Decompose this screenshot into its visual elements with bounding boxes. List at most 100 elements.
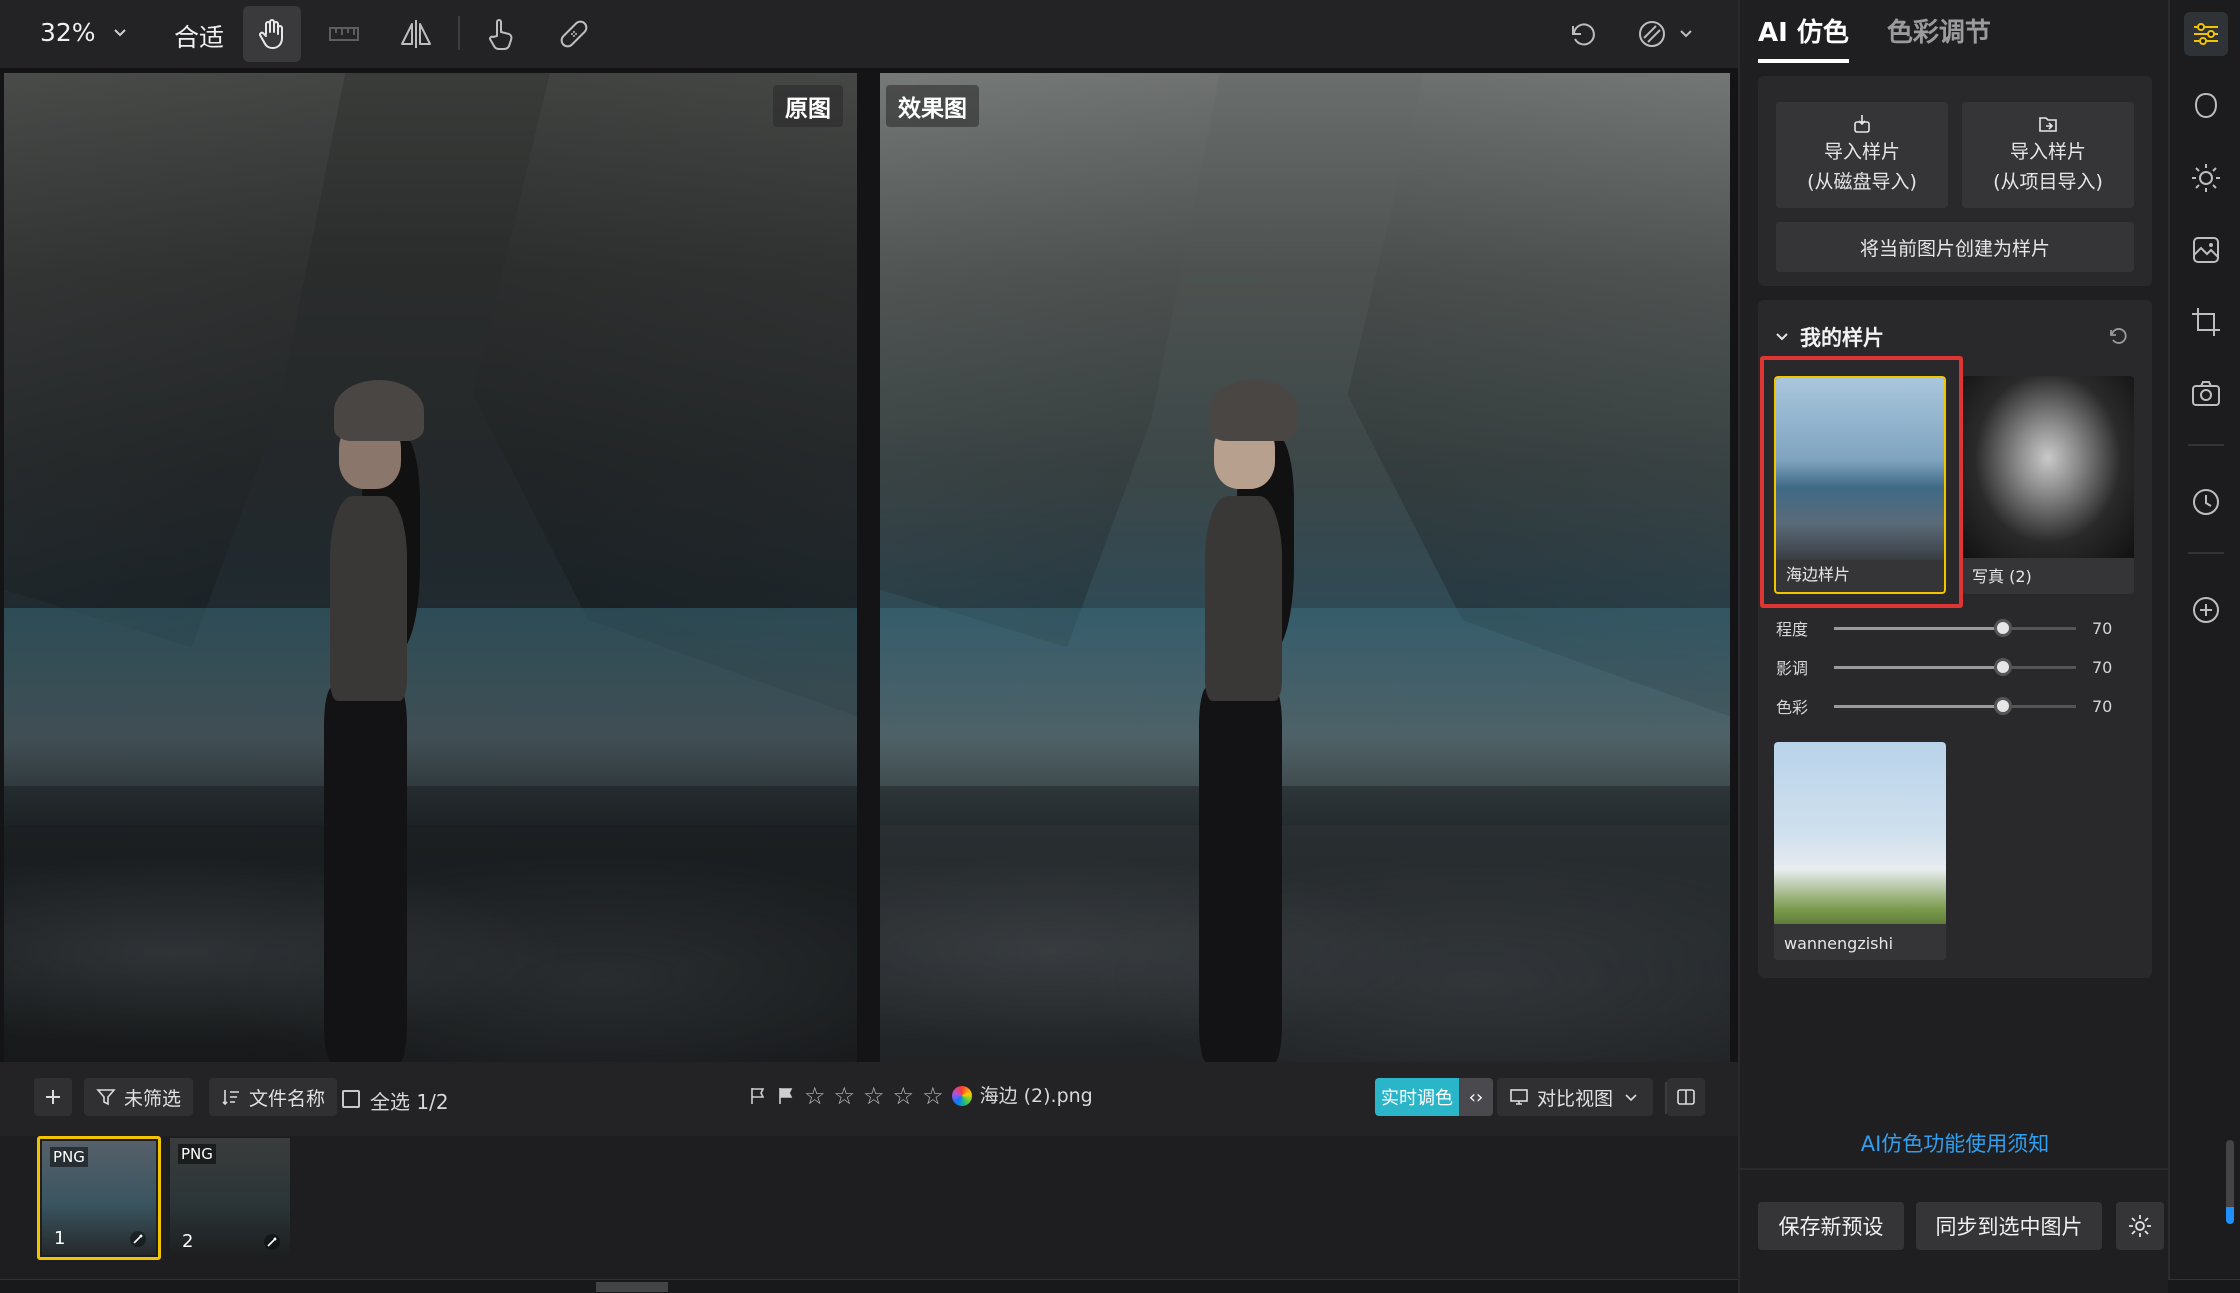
import-disk-icon [1854,115,1870,133]
slider-value: 70 [2092,696,2113,716]
realtime-toggle[interactable]: 实时调色 ‹› [1375,1078,1493,1116]
import-card: 导入样片 (从磁盘导入) 导入样片 (从项目导入) 将当前图片创建为样片 [1758,76,2152,286]
bandage-icon [560,20,588,48]
add-panel-button[interactable] [2184,588,2228,632]
ai-notice-link[interactable]: AI仿色功能使用须知 [1740,1128,2170,1158]
chevron-down-icon [1776,333,1788,341]
flag-icon[interactable] [748,1086,768,1106]
sort-label: 文件名称 [249,1087,326,1110]
file-name: 海边 (2).png [979,1085,1093,1107]
background-panel-button[interactable] [2184,228,2228,272]
clock-icon [2193,489,2219,515]
adjust-panel-button[interactable] [2184,12,2228,56]
filter-icon [96,1089,116,1106]
slider-track[interactable] [1834,618,2076,637]
color-slider[interactable]: 色彩 70 [1776,691,2134,721]
sample-card[interactable]: wannengzishi [1774,742,1946,960]
star-icon[interactable]: ☆ [922,1084,944,1108]
panel-tabs: AI 仿色 色彩调节 [1758,12,1991,63]
thumbnail-item[interactable]: PNG 2 [168,1136,292,1260]
monitor-icon [1510,1089,1528,1105]
slider-track[interactable] [1834,657,2076,676]
import-project-icon [2039,117,2057,132]
split-view-button[interactable] [1667,1078,1705,1116]
effect-label: 效果图 [886,85,979,127]
import-disk-line1: 导入样片 [1823,141,1900,163]
zoom-level: 32% [40,18,96,47]
mask-dropdown[interactable] [1624,6,1704,62]
format-tag: PNG [178,1144,216,1164]
slider-label: 程度 [1776,620,1809,639]
chevron-down-icon [1680,30,1692,38]
select-all-checkbox[interactable] [342,1090,360,1108]
import-from-project-button[interactable]: 导入样片 (从项目导入) [1962,102,2134,208]
image-canvas[interactable]: 原图 效果图 [0,68,1738,1063]
portrait-panel-button[interactable] [2184,84,2228,128]
right-panel: AI 仿色 色彩调节 导入样片 (从磁盘导入) 导入样片 (从项目导入) 将当前… [1738,0,2170,1293]
import-project-line1: 导入样片 [2009,141,2086,163]
select-all-label: 全选 1/2 [370,1090,449,1114]
gear-icon [2129,1215,2151,1237]
slider-knob[interactable] [1994,618,2013,637]
image-edit-icon [2193,237,2219,263]
star-icon[interactable]: ☆ [893,1084,915,1108]
refresh-icon[interactable] [2106,324,2130,348]
reject-flag-icon[interactable] [776,1086,796,1106]
tab-ai-color[interactable]: AI 仿色 [1758,12,1849,63]
add-image-button[interactable] [34,1078,72,1116]
tone-slider[interactable]: 影调 70 [1776,652,2134,682]
tab-color-adjust[interactable]: 色彩调节 [1887,12,1991,63]
realtime-label: 实时调色 [1375,1078,1459,1116]
original-image: 原图 [4,73,857,1063]
sort-icon [222,1090,239,1106]
zoom-dropdown[interactable]: 32% [40,18,128,47]
rating-bar: ☆ ☆ ☆ ☆ ☆ 海边 (2).png [748,1084,1093,1108]
star-icon[interactable]: ☆ [863,1084,885,1108]
star-icon[interactable]: ☆ [804,1084,826,1108]
my-samples-header[interactable]: 我的样片 [1774,322,1884,352]
fit-button[interactable]: 合适 [174,18,224,54]
ruler-tool-button[interactable] [315,6,373,62]
star-icon[interactable]: ☆ [834,1084,856,1108]
toolbar-divider [458,16,460,50]
reset-button[interactable] [1554,6,1612,62]
flip-tool-button[interactable] [387,6,445,62]
hand-tool-button[interactable] [243,6,301,62]
slider-knob[interactable] [1994,657,2013,676]
crop-panel-button[interactable] [2184,300,2228,344]
rail-divider [2188,552,2224,554]
bandage-tool-button[interactable] [545,6,603,62]
edited-icon [130,1231,146,1247]
compare-view-dropdown[interactable]: 对比视图 [1497,1078,1654,1116]
sample-thumbnail [1962,376,2134,558]
mask-icon [1639,21,1665,47]
scroll-thumb[interactable] [596,1282,668,1292]
my-samples-title: 我的样片 [1800,326,1884,350]
sort-button[interactable]: 文件名称 [209,1078,338,1116]
split-view-icon [1677,1089,1695,1105]
color-label-icon[interactable] [951,1086,972,1106]
rail-scrollbar[interactable] [2226,1140,2234,1224]
top-toolbar: 32% 合适 [0,0,1738,68]
filter-label: 未筛选 [124,1087,182,1110]
settings-button[interactable] [2116,1202,2164,1250]
original-label: 原图 [773,85,843,127]
create-sample-button[interactable]: 将当前图片创建为样片 [1776,222,2134,272]
slider-value: 70 [2092,618,2113,638]
sample-card[interactable]: 写真 (2) [1962,376,2134,594]
history-panel-button[interactable] [2184,480,2228,524]
camera-panel-button[interactable] [2184,372,2228,416]
save-preset-button[interactable]: 保存新预设 [1758,1202,1904,1250]
crop-icon [2192,308,2220,336]
import-from-disk-button[interactable]: 导入样片 (从磁盘导入) [1776,102,1948,208]
strength-slider[interactable]: 程度 70 [1776,613,2134,643]
flip-icon [401,20,431,48]
filter-button[interactable]: 未筛选 [84,1078,194,1116]
light-panel-button[interactable] [2184,156,2228,200]
slider-knob[interactable] [1994,696,2013,715]
touch-tool-button[interactable] [472,6,530,62]
slider-track[interactable] [1834,696,2076,715]
sync-to-selected-button[interactable]: 同步到选中图片 [1916,1202,2102,1250]
panel-divider [1740,1168,2170,1170]
thumbnail-item[interactable]: PNG 1 [37,1136,161,1260]
